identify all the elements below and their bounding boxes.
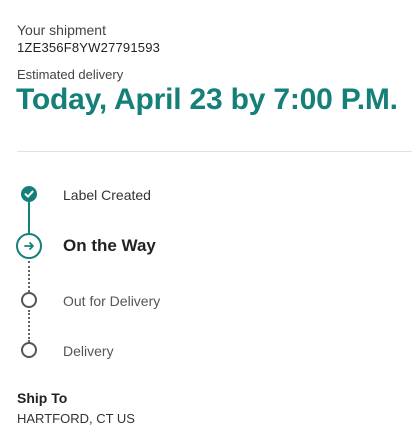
timeline-step-label-created	[21, 186, 37, 202]
arrow-right-icon	[24, 242, 34, 250]
timeline-connector-complete	[28, 202, 30, 233]
timeline-step-label: Label Created	[63, 187, 151, 203]
empty-circle-icon	[21, 292, 37, 308]
timeline-step-on-the-way	[16, 233, 42, 259]
timeline-step-label: Delivery	[63, 343, 114, 359]
ship-to-address: HARTFORD, CT US	[17, 411, 135, 426]
empty-circle-icon	[21, 342, 37, 358]
ship-to-label: Ship To	[17, 390, 68, 406]
timeline-connector-pending	[28, 261, 30, 292]
tracking-timeline: Label Created On the Way Out for Deliver…	[0, 0, 412, 429]
timeline-step-label-current: On the Way	[63, 236, 156, 255]
timeline-connector-pending	[28, 310, 30, 342]
check-icon	[24, 190, 34, 198]
timeline-step-label: Out for Delivery	[63, 293, 161, 309]
